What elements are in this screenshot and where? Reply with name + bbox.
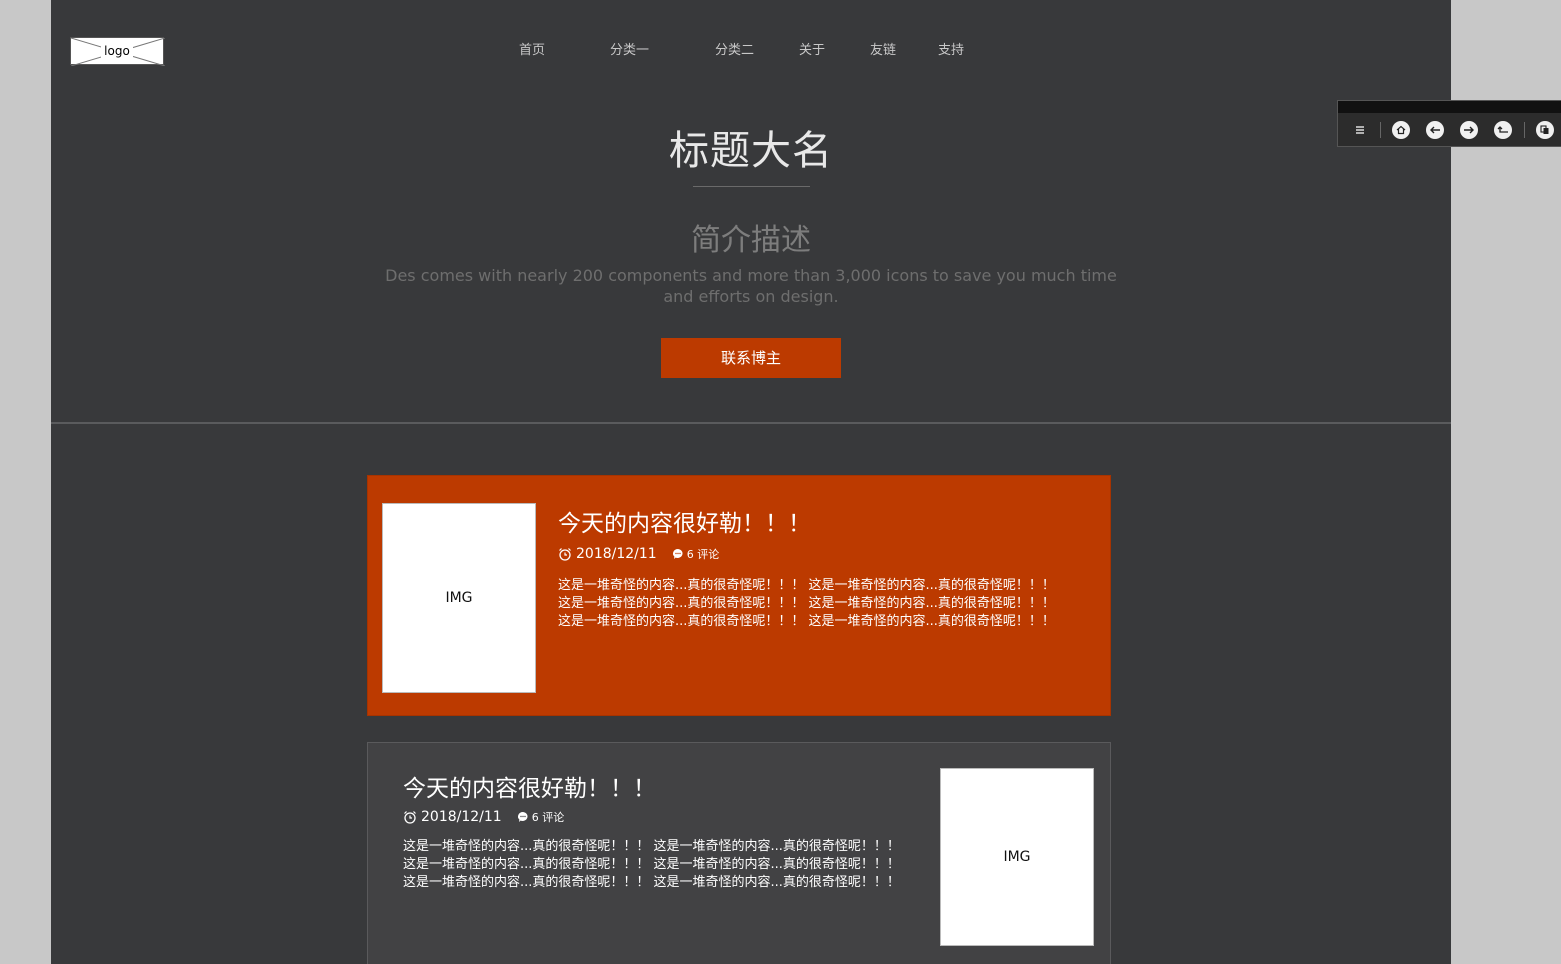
post-title[interactable]: 今天的内容很好勒！！！ (403, 769, 656, 803)
post-excerpt: 这是一堆奇怪的内容...真的很奇怪呢！！！ 这是一堆奇怪的内容...真的很奇怪呢… (558, 578, 1055, 629)
nav-item-support[interactable]: 支持 (938, 39, 964, 58)
post-meta: 2018/12/11 6 评论 (403, 809, 564, 825)
post-meta: 2018/12/11 6 评论 (558, 546, 719, 562)
post-image-label: IMG (1003, 849, 1031, 865)
contact-blogger-button[interactable]: 联系博主 (661, 338, 841, 378)
logo[interactable]: logo (70, 37, 165, 66)
toolbar-separator (1380, 122, 1381, 138)
nav-item-about[interactable]: 关于 (799, 39, 825, 58)
return-icon[interactable] (1494, 121, 1512, 139)
post-title[interactable]: 今天的内容很好勒！！！ (558, 504, 811, 538)
home-icon[interactable] (1392, 121, 1410, 139)
post-card[interactable]: 今天的内容很好勒！！！ 2018/12/11 6 评论 这是一堆奇怪的内容...… (367, 742, 1111, 964)
post-date: 2018/12/11 (576, 546, 657, 562)
post-excerpt: 这是一堆奇怪的内容...真的很奇怪呢！！！ 这是一堆奇怪的内容...真的很奇怪呢… (403, 839, 900, 890)
hero-description: Des comes with nearly 200 components and… (385, 266, 1117, 306)
copy-icon[interactable] (1536, 121, 1554, 139)
comment-icon (672, 549, 683, 559)
clock-icon (559, 548, 571, 561)
post-comment-count[interactable]: 6 评论 (532, 809, 565, 825)
post-card-featured[interactable]: IMG 今天的内容很好勒！！！ 2018/12/11 6 评论 这是一堆奇怪的内… (367, 475, 1111, 716)
section-divider (51, 422, 1451, 424)
nav-item-home[interactable]: 首页 (519, 39, 545, 58)
clock-icon (404, 811, 416, 824)
nav-item-links[interactable]: 友链 (870, 39, 896, 58)
post-image-label: IMG (445, 590, 473, 606)
toolbar-separator (1524, 122, 1525, 138)
comment-icon (517, 812, 528, 822)
forward-arrow-icon[interactable] (1460, 121, 1478, 139)
hero-subtitle: 简介描述 (691, 223, 811, 258)
logo-text: logo (101, 44, 133, 58)
post-image-placeholder[interactable]: IMG (382, 503, 536, 693)
hero-title-underline (693, 186, 810, 187)
back-arrow-icon[interactable] (1426, 121, 1444, 139)
hero-title: 标题大名 (669, 128, 833, 174)
post-comment-count[interactable]: 6 评论 (687, 546, 720, 562)
post-image-placeholder[interactable]: IMG (940, 768, 1094, 946)
post-date: 2018/12/11 (421, 809, 502, 825)
nav-item-category-1[interactable]: 分类一 (610, 39, 649, 58)
toolbar-drag-handle[interactable] (1338, 101, 1561, 113)
floating-toolbar (1337, 100, 1561, 147)
menu-icon[interactable] (1351, 121, 1369, 139)
nav-item-category-2[interactable]: 分类二 (715, 39, 754, 58)
page: logo 首页 分类一 分类二 关于 友链 支持 标题大名 简介描述 Des c… (51, 0, 1451, 964)
